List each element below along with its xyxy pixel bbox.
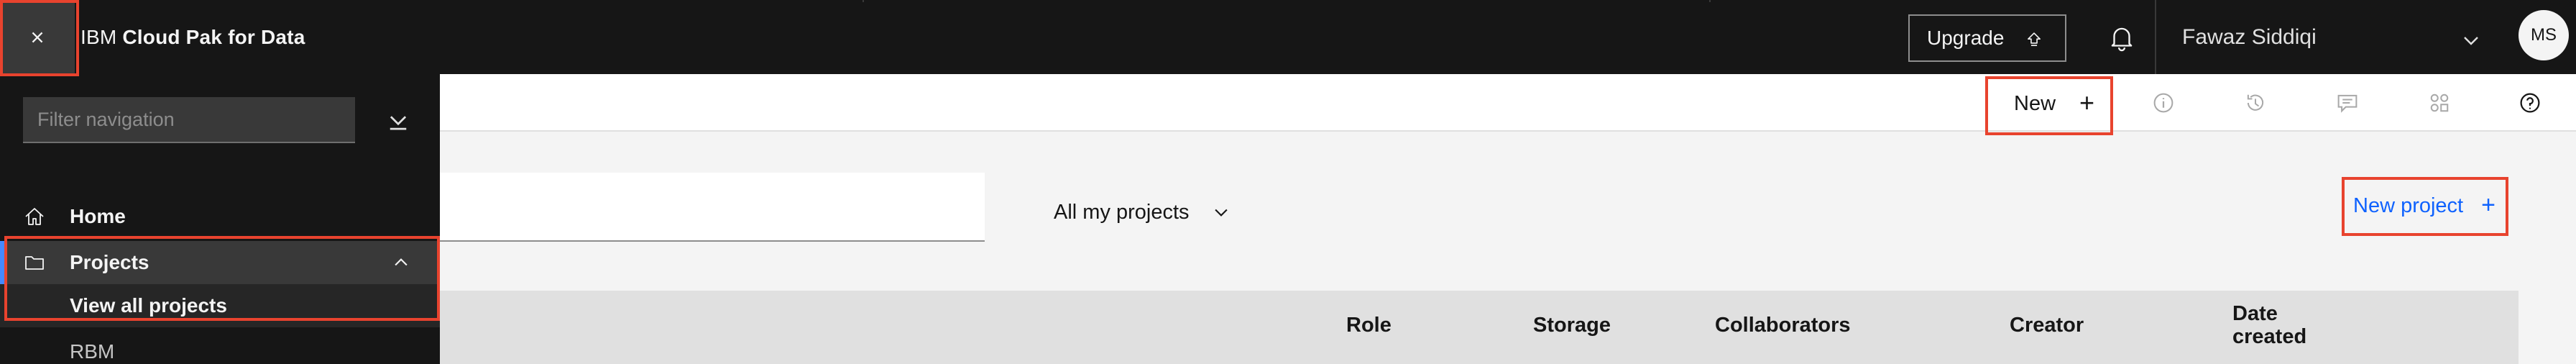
chevron-up-icon	[395, 258, 408, 266]
new-button[interactable]: New +	[2002, 77, 2112, 130]
filter-navigation-input[interactable]: Filter navigation	[23, 97, 355, 143]
services-icon[interactable]	[2426, 90, 2452, 116]
plus-icon: +	[2481, 191, 2496, 219]
filter-label: All my projects	[1054, 200, 1190, 224]
header-divider	[862, 0, 864, 2]
active-indicator	[0, 241, 4, 284]
upgrade-button[interactable]: Upgrade	[1908, 14, 2066, 62]
sidebar-item-label: Home	[70, 205, 126, 227]
column-header-role[interactable]: Role	[1346, 314, 1392, 337]
info-icon[interactable]	[2150, 90, 2176, 116]
sidebar-item-projects[interactable]: Projects	[0, 241, 440, 284]
sidebar-item-label: View all projects	[70, 294, 227, 317]
avatar[interactable]: MS	[2518, 10, 2569, 60]
home-icon	[25, 208, 44, 225]
new-project-label: New project	[2353, 194, 2464, 217]
sidebar-item-view-all-projects[interactable]: View all projects	[0, 284, 440, 327]
new-project-button[interactable]: New project +	[2345, 178, 2506, 234]
help-icon[interactable]	[2517, 90, 2543, 116]
date-created-line-2: created	[2232, 325, 2307, 348]
user-name: Fawaz Siddiqi	[2182, 24, 2317, 49]
bell-icon	[2111, 27, 2133, 52]
header-divider	[1709, 0, 1711, 2]
upgrade-label: Upgrade	[1927, 27, 2005, 49]
notifications-button[interactable]	[2102, 19, 2141, 58]
user-menu[interactable]: Fawaz Siddiqi	[2182, 0, 2317, 74]
upgrade-arrow-icon	[2028, 32, 2041, 46]
column-header-collaborators[interactable]: Collaborators	[1715, 314, 1851, 337]
side-navigation: Filter navigation Home Projects View all…	[0, 74, 440, 364]
collapse-all-icon[interactable]	[385, 109, 411, 135]
top-header: IBM Cloud Pak for Data Upgrade Fawaz Sid…	[0, 0, 2576, 75]
plus-icon: +	[2079, 88, 2094, 117]
projects-table-header: Role Storage Collaborators Creator Date …	[440, 291, 2518, 364]
column-header-creator[interactable]: Creator	[2010, 314, 2084, 337]
sidebar-item-home[interactable]: Home	[0, 195, 440, 238]
product-name[interactable]: IBM Cloud Pak for Data	[80, 0, 305, 74]
brand-prefix: IBM	[80, 25, 117, 48]
close-menu-button[interactable]	[0, 0, 75, 75]
chevron-down-icon[interactable]	[2460, 29, 2483, 52]
new-label: New	[2014, 91, 2056, 115]
close-icon	[32, 32, 43, 43]
chevron-down-icon	[1214, 209, 1228, 217]
history-icon[interactable]	[2242, 90, 2268, 116]
chat-icon[interactable]	[2334, 90, 2360, 116]
avatar-initials: MS	[2531, 25, 2557, 45]
user-divider	[2155, 0, 2156, 74]
brand-product: Cloud Pak for Data	[122, 25, 305, 48]
date-created-line-1: Date	[2232, 302, 2278, 325]
sidebar-item-label: Projects	[70, 251, 150, 273]
filter-placeholder: Filter navigation	[37, 108, 175, 130]
sidebar-item-label: RBM	[70, 340, 115, 363]
column-header-date-created[interactable]: Date created	[2232, 302, 2306, 348]
search-projects-input[interactable]	[440, 173, 985, 242]
column-header-storage[interactable]: Storage	[1533, 314, 1611, 337]
sidebar-item-rbm[interactable]: RBM	[0, 330, 440, 364]
folder-icon	[25, 256, 44, 270]
projects-filter-dropdown[interactable]: All my projects	[1054, 194, 1231, 230]
